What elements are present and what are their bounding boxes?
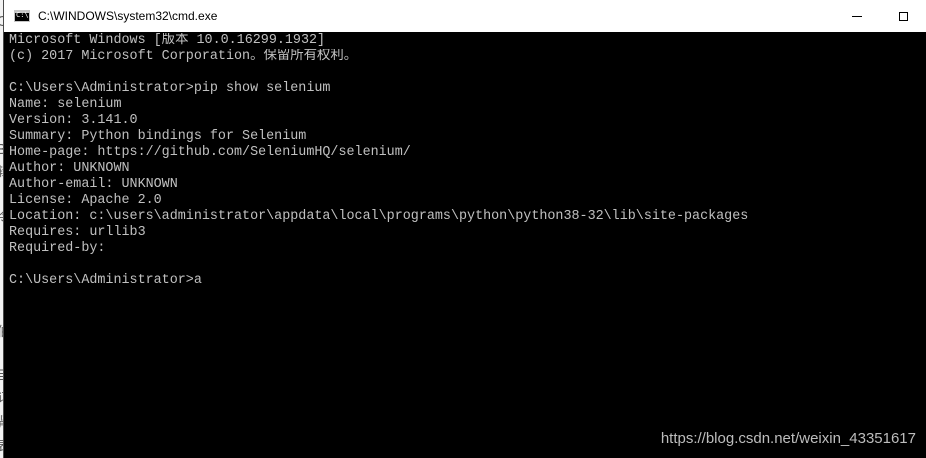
console-line: Summary: Python bindings for Selenium [9, 129, 307, 144]
console-line: (c) 2017 Microsoft Corporation。保留所有权利。 [9, 49, 358, 64]
maximize-button[interactable] [880, 0, 926, 32]
cmd-window[interactable]: C:\ C:\WINDOWS\system32\cmd.exe Microsof… [3, 0, 926, 458]
console-line: Microsoft Windows [版本 10.0.16299.1932] [9, 33, 326, 48]
minimize-button[interactable] [834, 0, 880, 32]
watermark-url: https://blog.csdn.net/weixin_43351617 [660, 430, 916, 447]
console-line: Name: selenium [9, 97, 122, 112]
console-line: Author: UNKNOWN [9, 161, 130, 176]
console-line: Home-page: https://github.com/SeleniumHQ… [9, 145, 411, 160]
screenshot: C B 辑 令 伯 目 订 肾 表 C:\ C:\WINDOWS\system3… [0, 0, 926, 458]
console-line: Author-email: UNKNOWN [9, 177, 178, 192]
console-prompt-icon: C:\ [16, 11, 29, 19]
minimize-icon [852, 15, 862, 17]
console-line: Location: c:\users\administrator\appdata… [9, 209, 749, 224]
console-output[interactable]: Microsoft Windows [版本 10.0.16299.1932] (… [9, 33, 926, 458]
console-line: License: Apache 2.0 [9, 193, 162, 208]
console-line: Required-by: [9, 241, 106, 256]
title-bar[interactable]: C:\ C:\WINDOWS\system32\cmd.exe [4, 0, 926, 32]
window-title: C:\WINDOWS\system32\cmd.exe [38, 9, 218, 23]
maximize-icon [898, 11, 908, 21]
console-line: Version: 3.141.0 [9, 113, 138, 128]
console-line: Requires: urllib3 [9, 225, 146, 240]
console-app-icon[interactable]: C:\ [14, 10, 30, 22]
console-line: C:\Users\Administrator>pip show selenium [9, 81, 331, 96]
command-prompt-line[interactable]: C:\Users\Administrator>a [9, 273, 926, 289]
